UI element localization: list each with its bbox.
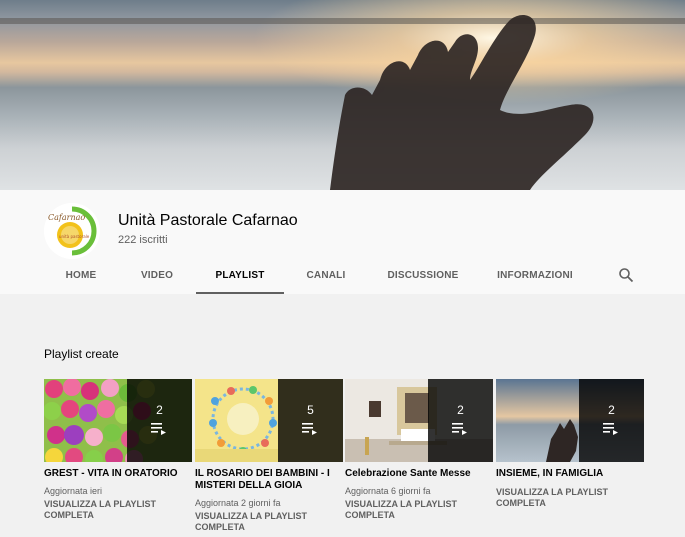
search-icon[interactable] (618, 267, 634, 283)
channel-header: Cafarnao unità pastorale Unità Pastorale… (0, 190, 685, 294)
playlist-count-overlay: 2 (127, 379, 192, 462)
playlist-card[interactable]: 2 Celebrazione Sante Messe Aggiornata 6 … (345, 379, 493, 521)
tab-informazioni[interactable]: INFORMAZIONI (490, 258, 580, 294)
playlist-count-overlay: 2 (579, 379, 644, 462)
playlist-video-count: 2 (156, 403, 163, 417)
channel-tabs: HOME VIDEO PLAYLIST CANALI DISCUSSIONE I… (44, 258, 644, 294)
svg-text:Cafarnao: Cafarnao (48, 213, 85, 222)
cafarnao-logo-icon: Cafarnao unità pastorale (44, 203, 100, 259)
view-full-playlist-link[interactable]: VISUALIZZA LA PLAYLIST COMPLETA (44, 499, 192, 521)
subscriber-count: 222 iscritti (118, 234, 168, 246)
playlist-count-overlay: 5 (278, 379, 343, 462)
tab-video[interactable]: VIDEO (124, 258, 190, 294)
tab-discussione[interactable]: DISCUSSIONE (380, 258, 466, 294)
playlist-thumbnail[interactable]: 2 (44, 379, 192, 462)
playlist-title[interactable]: Celebrazione Sante Messe (345, 468, 493, 480)
playlist-updated: Aggiornata 6 giorni fa (345, 486, 431, 496)
section-title: Playlist create (44, 347, 119, 361)
playlist-queue-icon (151, 423, 166, 435)
playlist-card[interactable]: 5 IL ROSARIO DEI BAMBINI - I MISTERI DEL… (195, 379, 343, 533)
tab-playlist[interactable]: PLAYLIST (196, 258, 284, 294)
channel-avatar[interactable]: Cafarnao unità pastorale (44, 203, 100, 259)
playlist-queue-icon (603, 423, 618, 435)
channel-name: Unità Pastorale Cafarnao (118, 212, 298, 229)
playlist-count-overlay: 2 (428, 379, 493, 462)
view-full-playlist-link[interactable]: VISUALIZZA LA PLAYLIST COMPLETA (345, 499, 493, 521)
playlist-thumbnail[interactable]: 2 (496, 379, 644, 462)
playlist-title[interactable]: IL ROSARIO DEI BAMBINI - I MISTERI DELLA… (195, 468, 343, 492)
playlist-thumbnail[interactable]: 5 (195, 379, 343, 462)
svg-text:unità pastorale: unità pastorale (59, 234, 90, 239)
playlist-queue-icon (452, 423, 467, 435)
playlist-thumbnail[interactable]: 2 (345, 379, 493, 462)
view-full-playlist-link[interactable]: VISUALIZZA LA PLAYLIST COMPLETA (195, 511, 343, 533)
tab-home[interactable]: HOME (44, 258, 118, 294)
banner-image (0, 0, 685, 190)
view-full-playlist-link[interactable]: VISUALIZZA LA PLAYLIST COMPLETA (496, 487, 644, 509)
tab-canali[interactable]: CANALI (296, 258, 356, 294)
playlist-title[interactable]: GREST - VITA IN ORATORIO (44, 468, 192, 480)
playlist-queue-icon (302, 423, 317, 435)
playlist-video-count: 5 (307, 403, 314, 417)
playlist-updated: Aggiornata 2 giorni fa (195, 498, 281, 508)
playlist-card[interactable]: 2 INSIEME, IN FAMIGLIA VISUALIZZA LA PLA… (496, 379, 644, 509)
playlist-video-count: 2 (457, 403, 464, 417)
playlist-updated: Aggiornata ieri (44, 486, 103, 496)
channel-banner (0, 0, 685, 190)
playlist-video-count: 2 (608, 403, 615, 417)
playlist-card[interactable]: 2 GREST - VITA IN ORATORIO Aggiornata ie… (44, 379, 192, 521)
playlist-title[interactable]: INSIEME, IN FAMIGLIA (496, 468, 644, 480)
